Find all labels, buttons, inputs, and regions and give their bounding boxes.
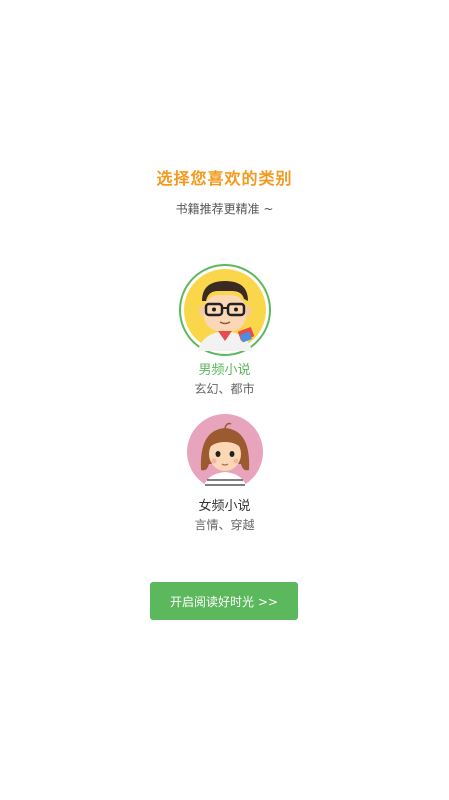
male-avatar-icon (183, 269, 266, 351)
category-option-male[interactable]: 男频小说 玄幻、都市 (0, 264, 449, 397)
category-desc-female: 言情、穿越 (194, 518, 255, 532)
female-avatar-ring[interactable] (185, 412, 265, 492)
page-title: 选择您喜欢的类别 (156, 169, 293, 188)
category-name-male: 男频小说 (198, 363, 251, 378)
category-name-female: 女频小说 (198, 499, 251, 514)
female-avatar-icon (186, 414, 263, 490)
page-subtitle: 书籍推荐更精准 ~ (175, 202, 274, 216)
start-reading-button[interactable]: 开启阅读好时光 >> (150, 582, 298, 620)
category-desc-male: 玄幻、都市 (194, 382, 255, 396)
category-option-female[interactable]: 女频小说 言情、穿越 (0, 412, 449, 533)
male-avatar-ring[interactable] (178, 264, 271, 356)
